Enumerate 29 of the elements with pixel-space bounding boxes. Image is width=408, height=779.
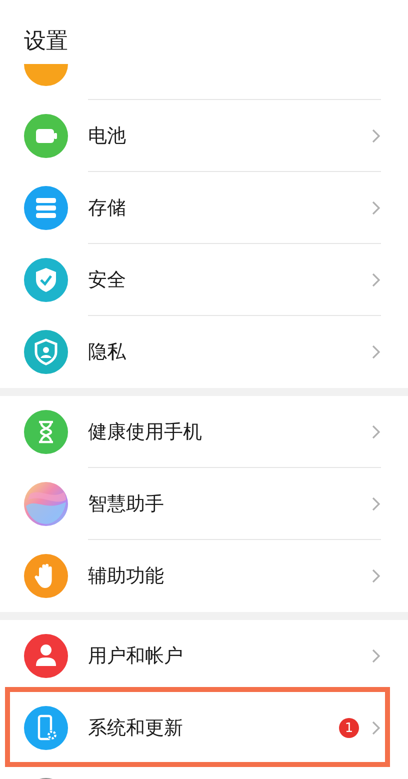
user-icon <box>24 634 68 678</box>
chevron-icon <box>371 272 381 288</box>
setting-label[interactable]: 安全 <box>88 266 371 292</box>
chevron-icon <box>371 568 381 584</box>
page-title: 设置 <box>24 29 68 54</box>
storage-icon <box>24 186 68 230</box>
phone-gear-icon <box>24 706 68 750</box>
shield-check-icon <box>24 258 68 302</box>
chevron-icon <box>371 200 381 216</box>
chevron-icon <box>371 128 381 144</box>
chevron-icon <box>371 720 381 736</box>
setting-label[interactable]: 系统和更新 <box>88 715 339 741</box>
hourglass-icon <box>24 410 68 454</box>
setting-label[interactable]: 健康使用手机 <box>88 418 371 444</box>
setting-label[interactable]: 电池 <box>88 122 371 148</box>
setting-label[interactable]: 用户和帐户 <box>88 642 371 668</box>
setting-label[interactable]: 智慧助手 <box>88 490 371 516</box>
battery-icon <box>24 114 68 158</box>
setting-label[interactable]: 辅助功能 <box>88 563 371 589</box>
assistant-orb-icon <box>24 482 68 526</box>
setting-label[interactable]: 存储 <box>88 194 371 220</box>
chevron-icon <box>371 496 381 512</box>
hand-icon <box>24 554 68 598</box>
notification-badge: 1 <box>339 718 359 738</box>
setting-label[interactable]: 隐私 <box>88 339 371 365</box>
shield-person-icon <box>24 330 68 374</box>
chevron-icon <box>371 424 381 440</box>
chevron-icon <box>371 344 381 360</box>
chevron-icon <box>371 648 381 664</box>
